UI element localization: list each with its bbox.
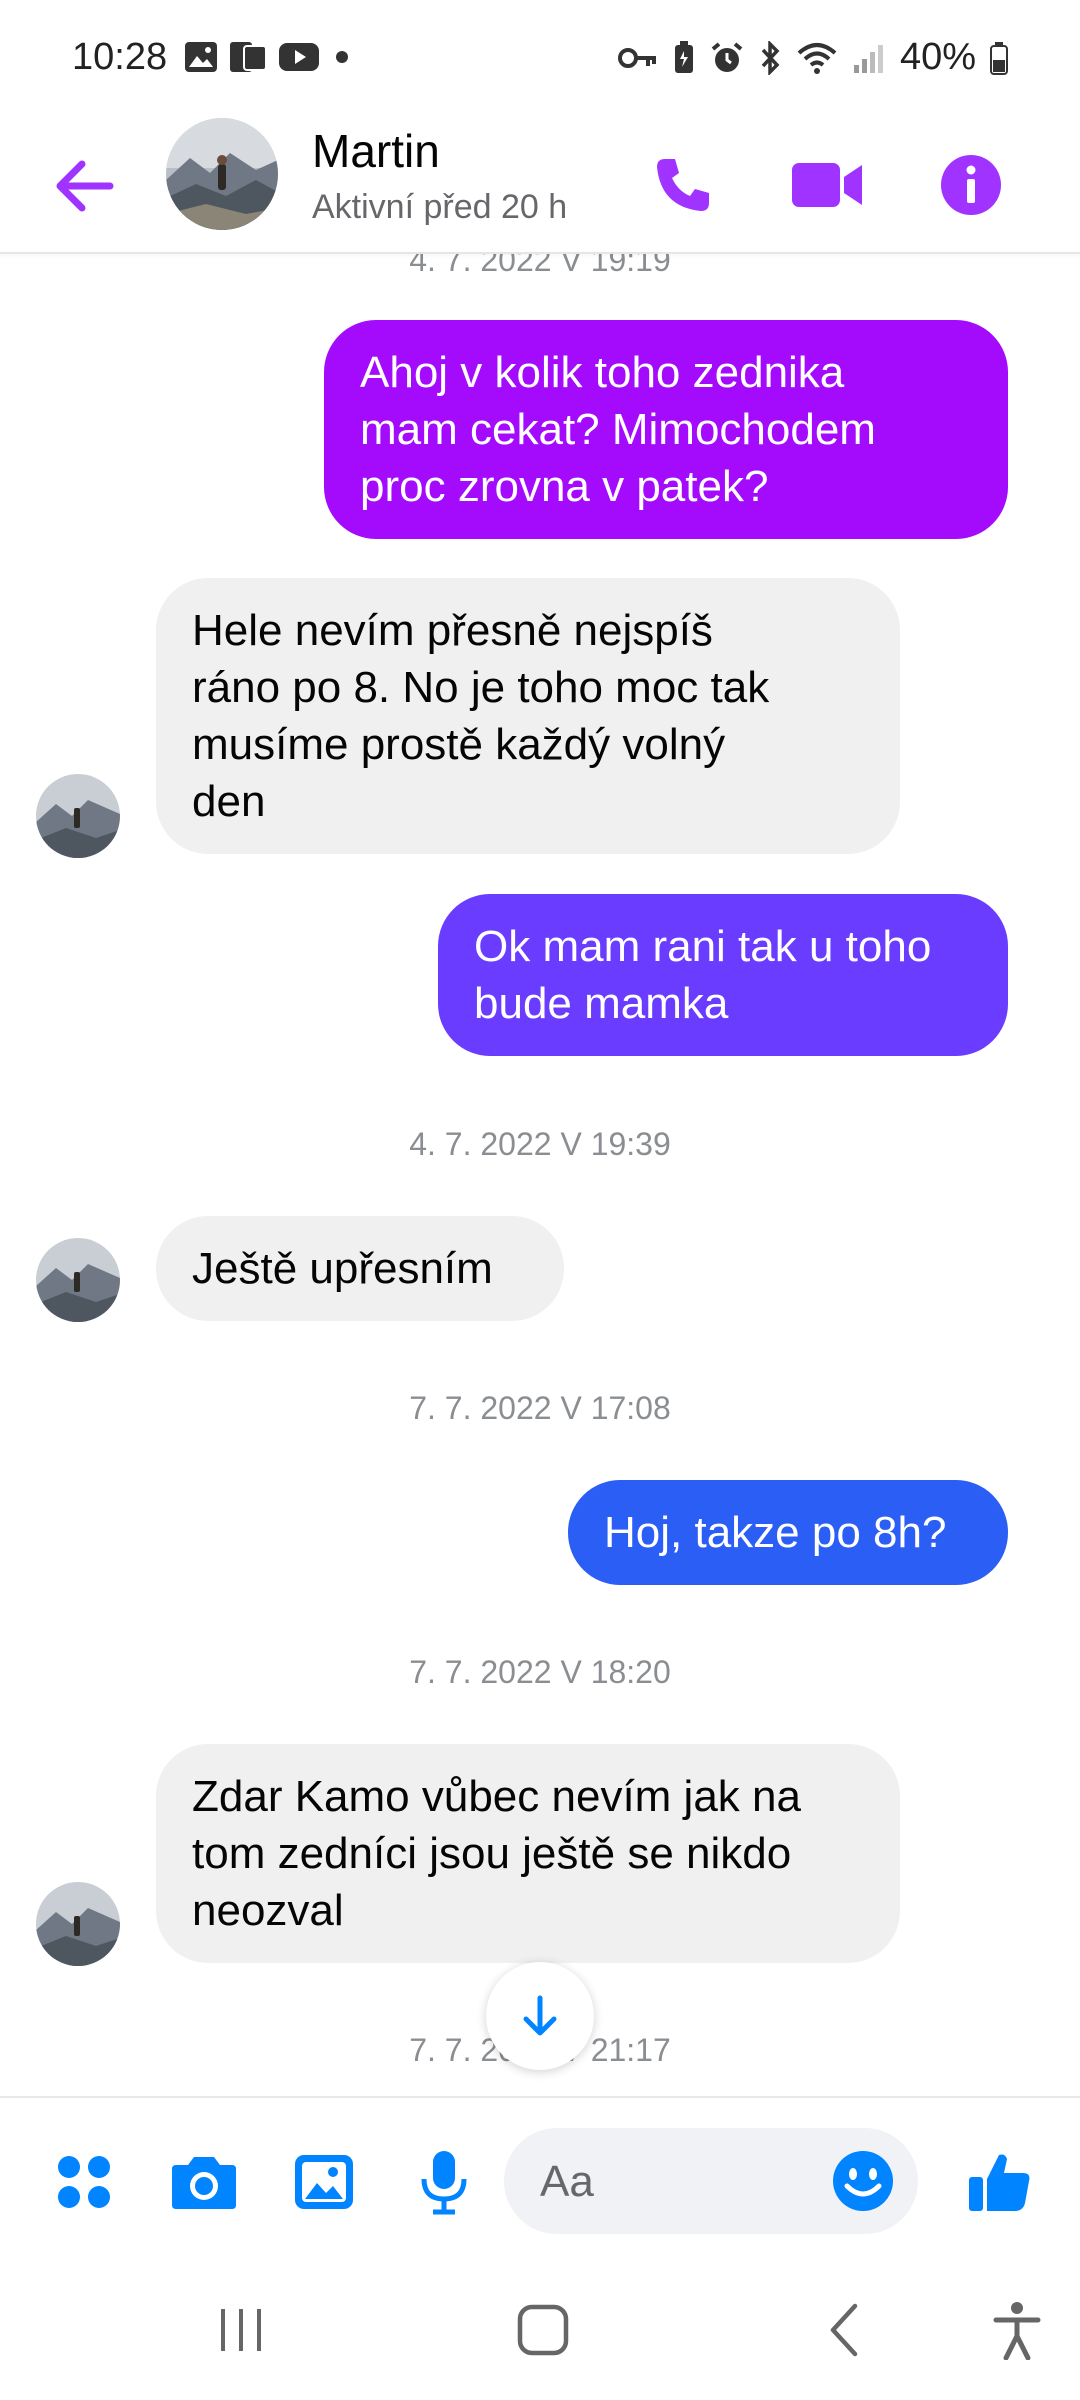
- camera-button[interactable]: [164, 2142, 244, 2222]
- battery-icon: [990, 41, 1008, 75]
- accessibility-icon: [993, 2302, 1041, 2360]
- timestamp: 7. 7. 2022 V 17:08: [409, 1390, 671, 1426]
- voice-call-button[interactable]: [638, 140, 728, 230]
- phone-notification-icon: [230, 42, 267, 72]
- chevron-left-icon: [830, 2303, 858, 2357]
- contact-name[interactable]: Martin: [312, 124, 440, 178]
- contact-avatar-small[interactable]: [36, 774, 120, 858]
- dot-icon: [336, 51, 348, 63]
- status-time: 10:28: [72, 36, 168, 78]
- message-incoming[interactable]: Hele nevím přesně nejspíš ráno po 8. No …: [156, 578, 900, 854]
- battery-saver-icon: [674, 40, 693, 73]
- youtube-notification-icon: [279, 43, 319, 71]
- message-input[interactable]: [540, 2154, 810, 2210]
- notification-icons: [184, 40, 354, 74]
- timestamp-partial: 4. 7. 2022 V 19:19: [409, 254, 671, 278]
- phone-icon: [657, 159, 709, 211]
- emoji-button[interactable]: [830, 2148, 896, 2214]
- conversation-info-button[interactable]: [926, 140, 1016, 230]
- emoji-icon: [833, 2151, 893, 2211]
- contact-active-status: Aktivní před 20 h: [312, 188, 568, 226]
- home-button[interactable]: [498, 2290, 588, 2370]
- bluetooth-icon: [761, 40, 780, 75]
- voice-message-button[interactable]: [404, 2142, 484, 2222]
- timestamp: 4. 7. 2022 V 19:39: [409, 1126, 671, 1162]
- image-gallery-icon: [295, 2155, 353, 2209]
- gallery-notification-icon: [185, 42, 217, 72]
- video-camera-icon: [792, 163, 862, 207]
- alarm-icon: [711, 41, 743, 72]
- apps-grid-icon: [58, 2156, 110, 2208]
- avatar-photo: [36, 774, 120, 858]
- contact-avatar-small[interactable]: [36, 1882, 120, 1966]
- message-composer: [0, 2096, 1080, 2264]
- message-incoming[interactable]: Zdar Kamo vůbec nevím jak na tom zedníci…: [156, 1744, 900, 1963]
- system-indicators: 40%: [617, 36, 1008, 79]
- message-thread[interactable]: 4. 7. 2022 V 19:19 Ahoj v kolik toho zed…: [0, 254, 1080, 2096]
- video-call-button[interactable]: [782, 140, 872, 230]
- gallery-button[interactable]: [284, 2142, 364, 2222]
- avatar-photo: [36, 1882, 120, 1966]
- contact-avatar-small[interactable]: [36, 1238, 120, 1322]
- thumbs-up-icon: [969, 2154, 1030, 2211]
- message-input-container[interactable]: [504, 2128, 918, 2234]
- system-back-button[interactable]: [800, 2290, 890, 2370]
- info-icon: [941, 155, 1001, 215]
- message-outgoing[interactable]: Ahoj v kolik toho zednika mam cekat? Mim…: [324, 320, 1008, 539]
- apps-button[interactable]: [44, 2142, 124, 2222]
- timestamp: 7. 7. 2022 V 18:20: [409, 1654, 671, 1690]
- scroll-to-bottom-button[interactable]: [486, 1962, 594, 2070]
- back-button[interactable]: [50, 146, 120, 226]
- home-icon: [517, 2304, 569, 2356]
- avatar-photo: [166, 118, 278, 230]
- key-icon: [617, 47, 656, 68]
- wifi-icon: [797, 42, 837, 74]
- battery-percent: 40%: [899, 36, 976, 78]
- message-incoming[interactable]: Ještě upřesním: [156, 1216, 564, 1321]
- back-arrow-icon: [56, 160, 114, 212]
- camera-icon: [172, 2157, 236, 2209]
- signal-icon: [853, 44, 883, 73]
- accessibility-button[interactable]: [972, 2290, 1062, 2370]
- system-navigation-bar: [0, 2264, 1080, 2400]
- recent-apps-icon: [221, 2309, 261, 2351]
- microphone-icon: [421, 2151, 467, 2215]
- contact-avatar[interactable]: [166, 118, 278, 230]
- message-outgoing[interactable]: Ok mam rani tak u toho bude mamka: [438, 894, 1008, 1056]
- recent-apps-button[interactable]: [196, 2290, 286, 2370]
- arrow-down-icon: [523, 1995, 557, 2036]
- message-outgoing[interactable]: Hoj, takze po 8h?: [568, 1480, 1008, 1585]
- conversation-header: Martin Aktivní před 20 h: [0, 118, 1080, 254]
- status-bar: 10:28 40%: [0, 0, 1080, 118]
- avatar-photo: [36, 1238, 120, 1322]
- like-button[interactable]: [960, 2142, 1040, 2222]
